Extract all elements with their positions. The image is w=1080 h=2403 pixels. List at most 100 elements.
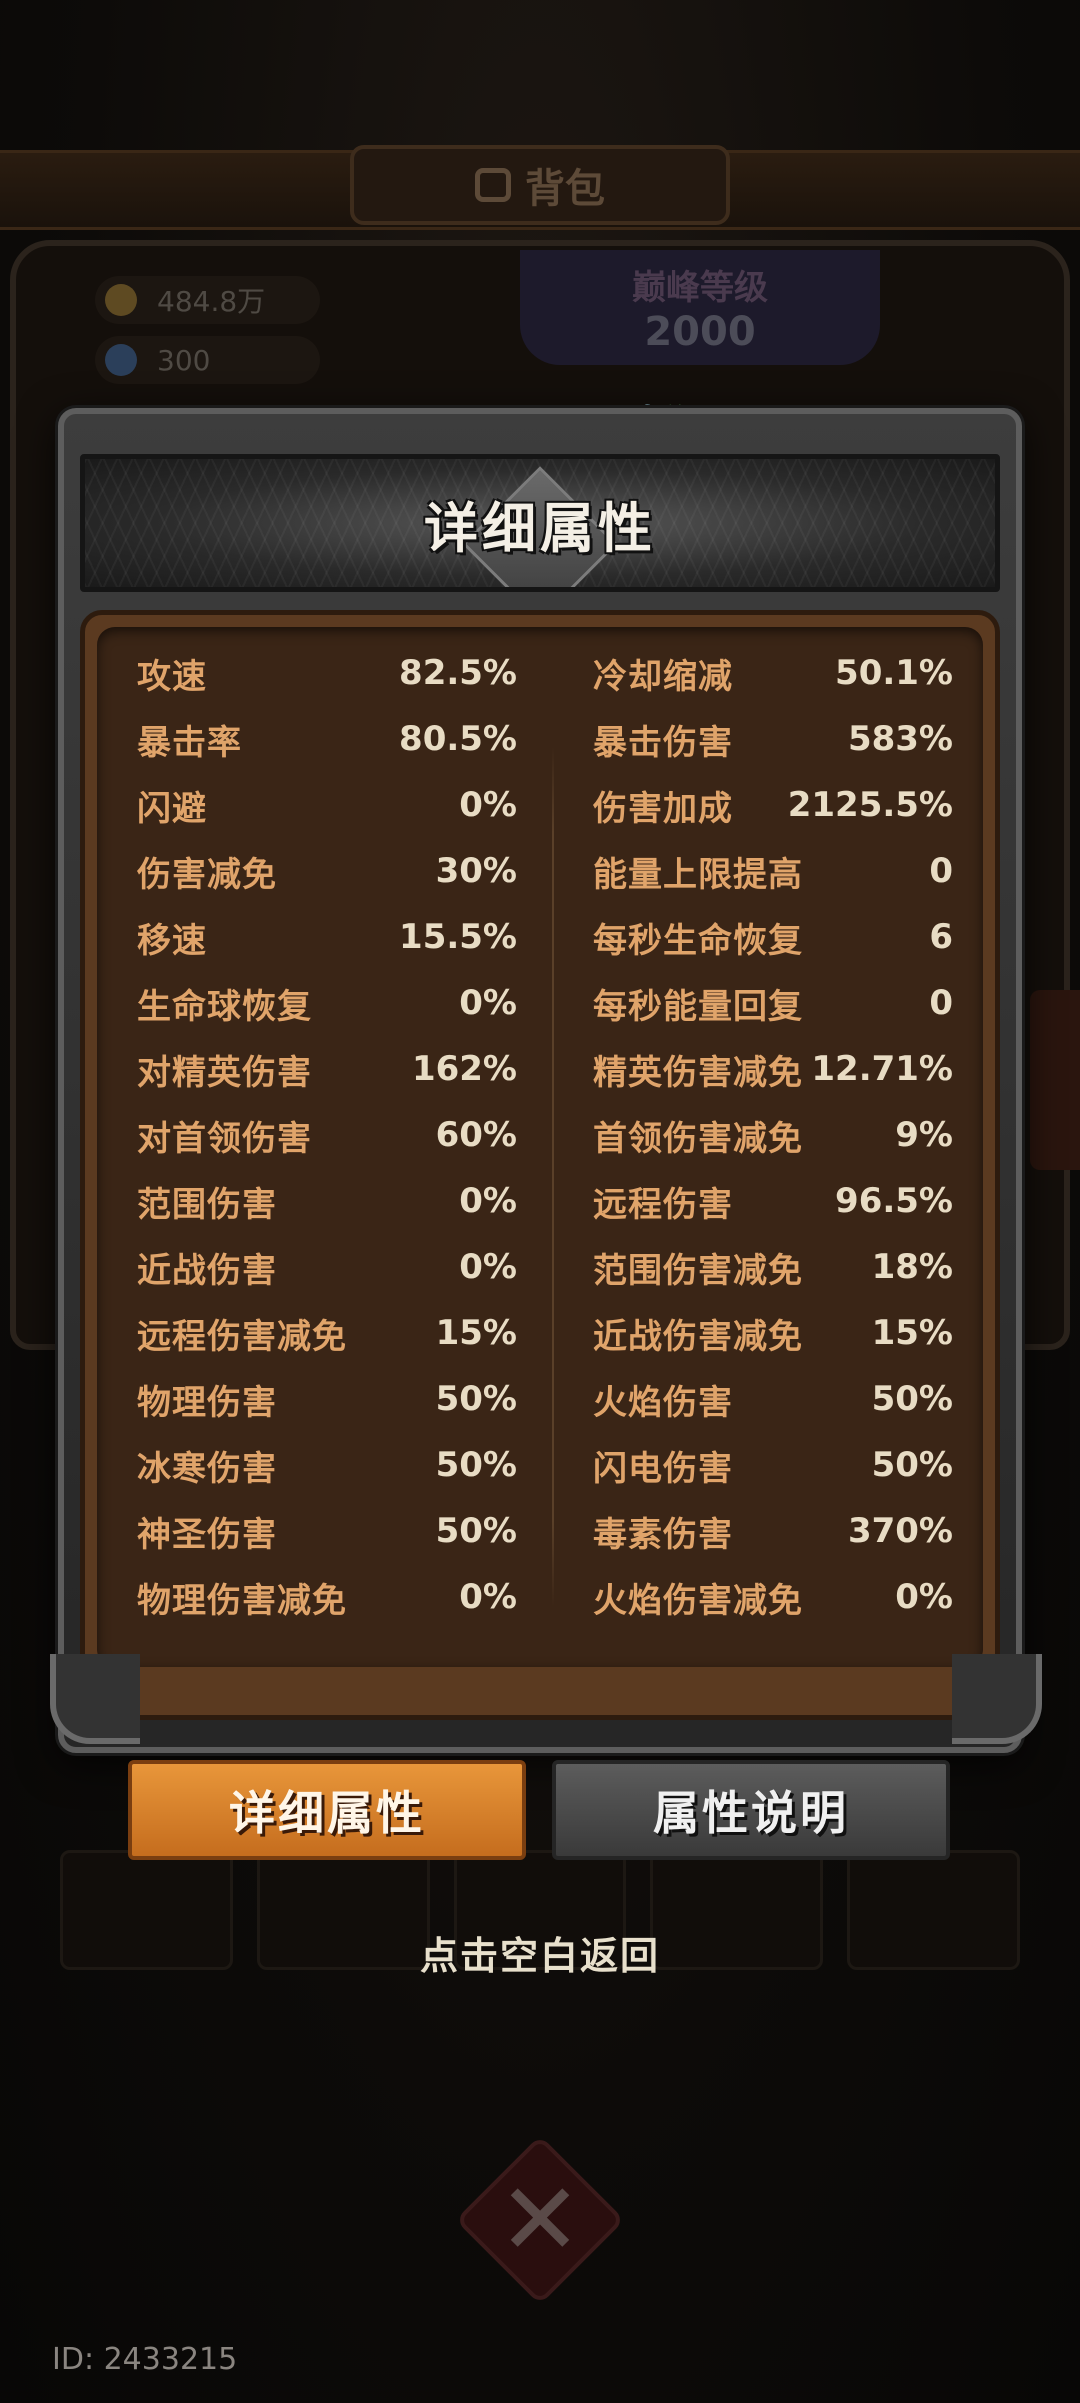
stat-row: 暴击伤害 583% — [593, 706, 953, 772]
stat-label: 物理伤害 — [137, 1382, 277, 1423]
stat-value: 82.5% — [399, 653, 517, 693]
stat-value: 50% — [871, 1379, 953, 1419]
stat-value: 50% — [871, 1445, 953, 1485]
stat-row: 毒素伤害 370% — [593, 1498, 953, 1564]
stat-label: 范围伤害 — [137, 1184, 277, 1225]
stat-value: 12.71% — [811, 1049, 953, 1089]
stat-value: 15.5% — [399, 917, 517, 957]
stat-row: 精英伤害减免 12.71% — [593, 1036, 953, 1102]
stat-value: 2125.5% — [787, 785, 953, 825]
stat-row: 对精英伤害 162% — [137, 1036, 517, 1102]
stat-row: 攻速 82.5% — [137, 640, 517, 706]
stat-value: 0% — [459, 1181, 517, 1221]
modal-title: 详细属性 — [424, 496, 656, 560]
stat-row: 伤害加成 2125.5% — [593, 772, 953, 838]
stat-row: 火焰伤害减免 0% — [593, 1564, 953, 1630]
detail-attributes-modal: 详细属性 攻速 82.5% 暴击率 80.5% 闪避 0% 伤害减免 30% 移… — [50, 408, 1042, 1753]
stat-row: 远程伤害 96.5% — [593, 1168, 953, 1234]
stat-row: 近战伤害减免 15% — [593, 1300, 953, 1366]
stat-value: 0 — [929, 851, 953, 891]
stat-row: 暴击率 80.5% — [137, 706, 517, 772]
stat-label: 移速 — [137, 920, 207, 961]
stat-value: 60% — [435, 1115, 517, 1155]
stat-value: 162% — [411, 1049, 517, 1089]
stat-value: 6 — [929, 917, 953, 957]
stat-label: 闪电伤害 — [593, 1448, 733, 1489]
corner-ornament-right — [952, 1654, 1042, 1744]
peak-level-label: 巅峰等级 — [632, 268, 768, 308]
stat-row: 生命球恢复 0% — [137, 970, 517, 1036]
stat-value: 50% — [435, 1445, 517, 1485]
stat-value: 30% — [435, 851, 517, 891]
stat-label: 能量上限提高 — [593, 854, 803, 895]
stat-row: 每秒能量回复 0 — [593, 970, 953, 1036]
stat-label: 暴击率 — [137, 722, 242, 763]
gem-amount: 300 — [157, 343, 211, 377]
stat-value: 583% — [847, 719, 953, 759]
player-id: ID: 2433215 — [52, 2342, 238, 2377]
stat-label: 攻速 — [137, 656, 207, 697]
stat-value: 50% — [435, 1379, 517, 1419]
stat-label: 对精英伤害 — [137, 1052, 312, 1093]
crossed-swords-icon: ✕ — [498, 2161, 582, 2278]
stat-label: 远程伤害 — [593, 1184, 733, 1225]
stat-value: 370% — [847, 1511, 953, 1551]
stat-label: 首领伤害减免 — [593, 1118, 803, 1159]
stat-row: 范围伤害减免 18% — [593, 1234, 953, 1300]
tab-detail-attributes[interactable]: 详细属性 — [128, 1760, 526, 1860]
stat-value: 18% — [871, 1247, 953, 1287]
stat-value: 80.5% — [399, 719, 517, 759]
inventory-grid — [60, 1850, 1020, 2150]
gold-counter: 484.8万 — [95, 276, 320, 324]
corner-ornament-left — [50, 1654, 140, 1744]
gem-counter: 300 — [95, 336, 320, 384]
stat-value: 15% — [435, 1313, 517, 1353]
stat-label: 火焰伤害 — [593, 1382, 733, 1423]
stat-value: 50% — [435, 1511, 517, 1551]
stat-row: 火焰伤害 50% — [593, 1366, 953, 1432]
stat-value: 0% — [459, 983, 517, 1023]
gem-icon — [105, 344, 137, 376]
stat-value: 0% — [459, 1247, 517, 1287]
stat-label: 伤害减免 — [137, 854, 277, 895]
stat-row: 移速 15.5% — [137, 904, 517, 970]
side-tab — [1030, 990, 1080, 1170]
stat-row: 远程伤害减免 15% — [137, 1300, 517, 1366]
stat-row: 对首领伤害 60% — [137, 1102, 517, 1168]
stat-row: 每秒生命恢复 6 — [593, 904, 953, 970]
stat-value: 96.5% — [835, 1181, 953, 1221]
stat-value: 0 — [929, 983, 953, 1023]
peak-level-value: 2000 — [644, 309, 756, 355]
stat-label: 冷却缩减 — [593, 656, 733, 697]
stat-label: 远程伤害减免 — [137, 1316, 347, 1357]
bag-icon — [475, 168, 511, 202]
stat-label: 冰寒伤害 — [137, 1448, 277, 1489]
stat-label: 近战伤害 — [137, 1250, 277, 1291]
stat-value: 0% — [459, 1577, 517, 1617]
modal-header: 详细属性 — [80, 454, 1000, 592]
bag-title-plate: 背包 — [350, 145, 730, 225]
stat-label: 毒素伤害 — [593, 1514, 733, 1555]
stat-row: 冰寒伤害 50% — [137, 1432, 517, 1498]
tab-attribute-explanation[interactable]: 属性说明 — [552, 1760, 950, 1860]
stat-value: 9% — [895, 1115, 953, 1155]
stat-row: 能量上限提高 0 — [593, 838, 953, 904]
gold-coin-icon — [105, 284, 137, 316]
stat-row: 范围伤害 0% — [137, 1168, 517, 1234]
stat-label: 生命球恢复 — [137, 986, 312, 1027]
stat-row: 首领伤害减免 9% — [593, 1102, 953, 1168]
stat-value: 15% — [871, 1313, 953, 1353]
stat-row: 神圣伤害 50% — [137, 1498, 517, 1564]
stat-row: 物理伤害减免 0% — [137, 1564, 517, 1630]
stats-panel-inner: 攻速 82.5% 暴击率 80.5% 闪避 0% 伤害减免 30% 移速 15.… — [97, 627, 983, 1667]
stat-label: 火焰伤害减免 — [593, 1580, 803, 1621]
stat-label: 闪避 — [137, 788, 207, 829]
stat-value: 0% — [459, 785, 517, 825]
stat-label: 范围伤害减免 — [593, 1250, 803, 1291]
column-divider — [552, 747, 554, 1607]
stat-row: 伤害减免 30% — [137, 838, 517, 904]
screen[interactable]: 背包 484.8万 300 巅峰等级 2000 🔒 神器 ✕ — [0, 0, 1080, 2403]
tap-blank-to-return[interactable]: 点击空白返回 — [0, 1925, 1080, 1980]
gold-amount: 484.8万 — [157, 285, 266, 318]
stat-label: 神圣伤害 — [137, 1514, 277, 1555]
